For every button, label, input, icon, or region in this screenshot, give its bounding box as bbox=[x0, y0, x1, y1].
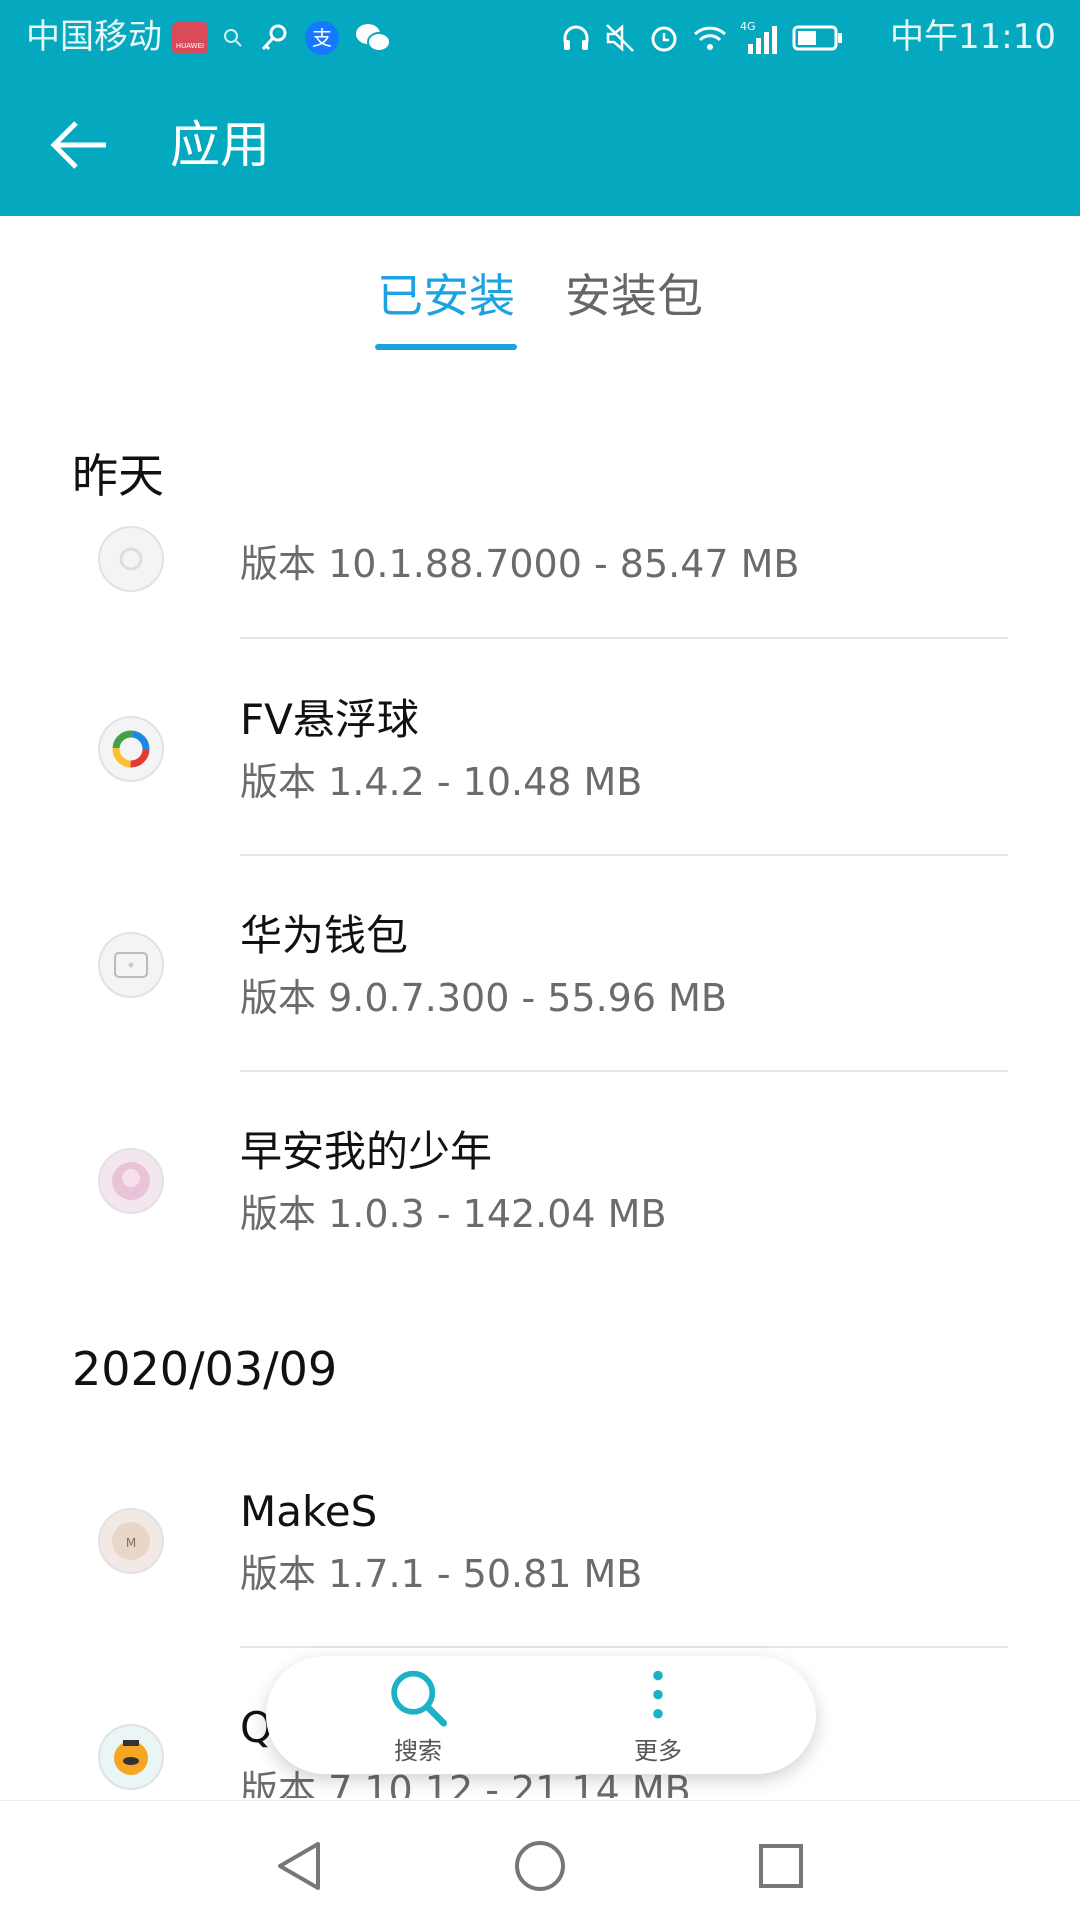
app-icon bbox=[98, 716, 164, 782]
more-button[interactable]: 更多 bbox=[588, 1666, 728, 1766]
page-title: 应用 bbox=[170, 116, 270, 174]
app-icon bbox=[98, 1148, 164, 1214]
huawei-store-icon: HUAWEI bbox=[172, 22, 208, 54]
more-vertical-icon bbox=[653, 1670, 663, 1719]
qooapp-icon bbox=[114, 1740, 148, 1775]
search-button[interactable]: 搜索 bbox=[348, 1666, 488, 1766]
app-icon: M bbox=[98, 1508, 164, 1574]
nav-recent-button[interactable] bbox=[746, 1831, 816, 1901]
alarm-icon bbox=[651, 26, 677, 52]
tab-installed[interactable]: 已安装 bbox=[375, 216, 517, 366]
app-logo-icon bbox=[119, 547, 143, 571]
list-item[interactable]: M MakeS 版本 1.7.1 - 50.81 MB bbox=[0, 1432, 1080, 1648]
app-version-size: 版本 1.7.1 - 50.81 MB bbox=[240, 1552, 643, 1596]
mute-icon bbox=[606, 24, 634, 52]
status-time: 中午11:10 bbox=[890, 17, 1056, 57]
status-icons-left: HUAWEI 支 bbox=[172, 16, 392, 60]
app-version-size: 版本 1.4.2 - 10.48 MB bbox=[240, 760, 643, 804]
navigation-bar bbox=[0, 1800, 1080, 1920]
app-icon bbox=[98, 1724, 164, 1790]
carrier-label: 中国移动 bbox=[26, 17, 162, 57]
battery-icon bbox=[792, 25, 842, 51]
app-name: 早安我的少年 bbox=[240, 1127, 493, 1176]
key-icon bbox=[261, 24, 287, 51]
search-icon bbox=[391, 1670, 448, 1727]
section-header: 2020/03/09 bbox=[72, 1342, 338, 1396]
nav-home-button[interactable] bbox=[505, 1831, 575, 1901]
divider bbox=[240, 637, 1008, 639]
wallet-icon bbox=[114, 952, 148, 978]
app-version-size: 版本 9.0.7.300 - 55.96 MB bbox=[240, 976, 727, 1020]
circle-home-icon bbox=[515, 1841, 565, 1891]
app-name: 华为钱包 bbox=[240, 911, 409, 960]
signal-4g-icon: 4G bbox=[740, 20, 777, 54]
app-bar: 应用 bbox=[0, 74, 1080, 216]
tab-label: 已安装 bbox=[377, 269, 515, 323]
fv-ball-icon bbox=[112, 730, 150, 768]
alipay-icon: 支 bbox=[305, 21, 339, 55]
status-icons-right: 4G bbox=[560, 16, 844, 60]
nav-back-button[interactable] bbox=[264, 1831, 334, 1901]
svg-text:M: M bbox=[126, 1536, 136, 1550]
status-bar: 中国移动 HUAWEI 支 4G 中午11:10 bbox=[0, 0, 1080, 74]
triangle-back-icon bbox=[278, 1842, 320, 1890]
list-item[interactable]: FV悬浮球 版本 1.4.2 - 10.48 MB bbox=[0, 640, 1080, 856]
svg-text:支: 支 bbox=[312, 26, 332, 50]
list-item[interactable]: 版本 10.1.88.7000 - 85.47 MB bbox=[0, 496, 1080, 636]
search-small-icon bbox=[224, 29, 242, 47]
tab-packages[interactable]: 安装包 bbox=[565, 216, 703, 366]
makes-icon: M bbox=[112, 1522, 150, 1560]
tab-bar: 已安装 安装包 bbox=[0, 216, 1080, 366]
app-name: MakeS bbox=[240, 1487, 378, 1536]
square-recent-icon bbox=[759, 1844, 803, 1888]
arrow-left-icon bbox=[50, 121, 106, 169]
header: 中国移动 HUAWEI 支 4G 中午11:10 应用 bbox=[0, 0, 1080, 216]
more-label: 更多 bbox=[634, 1737, 682, 1765]
wechat-icon bbox=[356, 24, 391, 52]
floating-toolbar: 搜索 更多 bbox=[266, 1656, 816, 1774]
search-label: 搜索 bbox=[394, 1737, 442, 1765]
app-version-size: 版本 1.0.3 - 142.04 MB bbox=[240, 1192, 667, 1236]
app-version-size: 版本 10.1.88.7000 - 85.47 MB bbox=[240, 542, 800, 586]
tab-label: 安装包 bbox=[565, 269, 703, 323]
svg-text:4G: 4G bbox=[740, 20, 756, 33]
headphones-icon bbox=[563, 25, 589, 50]
game-avatar-icon bbox=[112, 1162, 150, 1200]
back-button[interactable] bbox=[40, 110, 120, 180]
app-icon bbox=[98, 526, 164, 592]
wifi-icon bbox=[693, 26, 727, 50]
app-name: FV悬浮球 bbox=[240, 695, 419, 744]
list-item[interactable]: 早安我的少年 版本 1.0.3 - 142.04 MB bbox=[0, 1072, 1080, 1288]
list-item[interactable]: 华为钱包 版本 9.0.7.300 - 55.96 MB bbox=[0, 856, 1080, 1072]
tab-indicator bbox=[375, 344, 517, 350]
app-icon bbox=[98, 932, 164, 998]
